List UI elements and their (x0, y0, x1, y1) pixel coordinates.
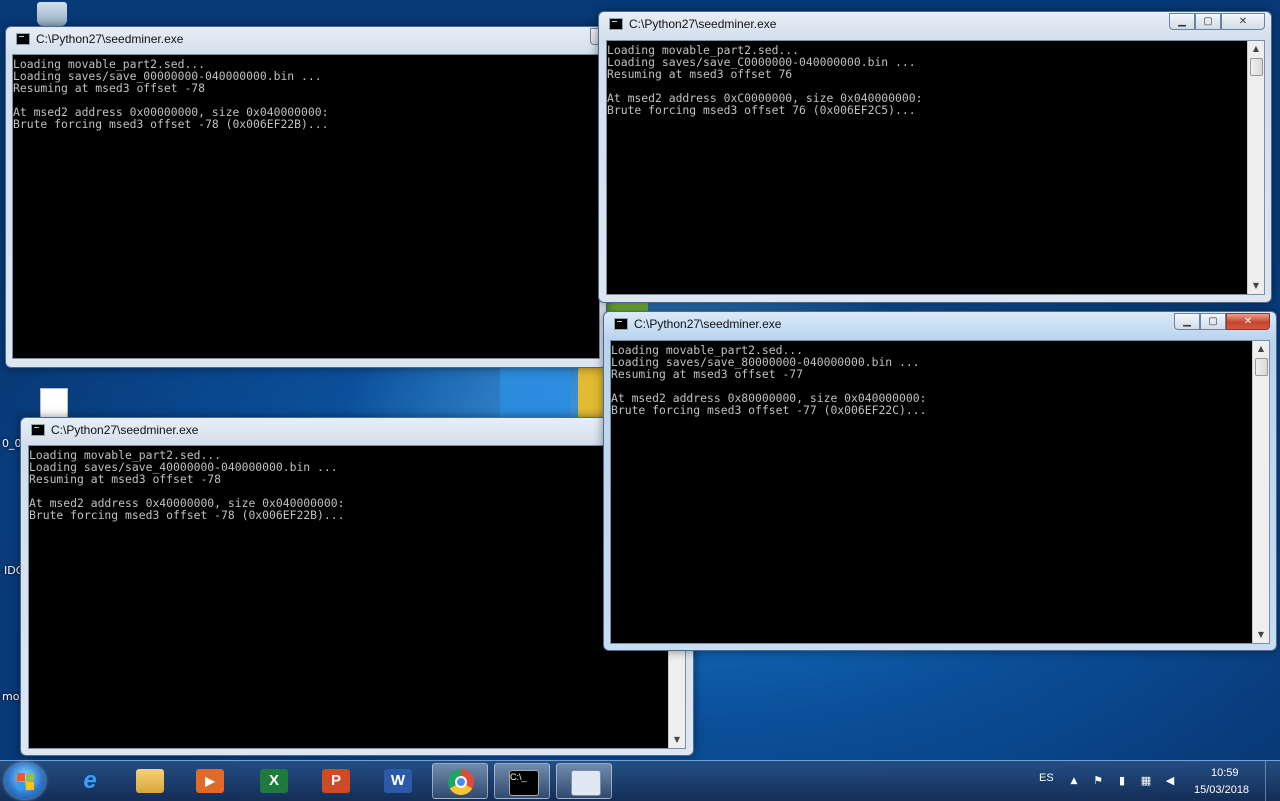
clock-date[interactable]: 15/03/2018 (1194, 784, 1249, 796)
window-title: C:\Python27\seedminer.exe (51, 423, 199, 437)
console-icon (609, 18, 623, 30)
title-bar[interactable]: C:\Python27\seedminer.exe ▁ ▢ ✕ (604, 312, 1276, 338)
console-output[interactable]: Loading movable_part2.sed... Loading sav… (12, 54, 600, 359)
chrome-icon (448, 769, 474, 795)
start-button[interactable] (5, 763, 45, 799)
title-bar[interactable]: C:\Python27\seedminer.exe ▁ (21, 418, 703, 444)
file-explorer-icon (136, 769, 164, 793)
taskbar-word[interactable]: W (370, 763, 426, 799)
taskbar-media-player[interactable]: ▶ (182, 763, 238, 799)
window-title: C:\Python27\seedminer.exe (629, 17, 777, 31)
powerpoint-icon: P (322, 769, 350, 793)
show-desktop-button[interactable] (1265, 761, 1280, 801)
close-button[interactable]: ✕ (1221, 13, 1265, 30)
taskbar-window-switcher[interactable] (556, 763, 612, 799)
console-output[interactable]: Loading movable_part2.sed... Loading sav… (28, 445, 686, 749)
network-icon[interactable]: ▦ (1140, 775, 1152, 787)
console-icon (31, 424, 45, 436)
maximize-button[interactable]: ▢ (1195, 13, 1221, 30)
desktop-label-1[interactable]: 0_0 (2, 437, 22, 450)
volume-icon[interactable]: ◀ (1164, 775, 1176, 787)
title-bar[interactable]: C:\Python27\seedminer.exe ▁ ▢ ✕ (599, 12, 1271, 38)
clock-time[interactable]: 10:59 (1211, 767, 1239, 779)
console-window-4[interactable]: C:\Python27\seedminer.exe ▁ Loading mova… (20, 417, 703, 756)
console-text: Loading movable_part2.sed... Loading sav… (13, 57, 329, 131)
word-icon: W (384, 769, 412, 793)
power-icon[interactable]: ▮ (1116, 775, 1128, 787)
taskbar-internet-explorer[interactable]: e (62, 763, 118, 799)
media-player-icon: ▶ (196, 769, 224, 793)
taskbar-chrome[interactable] (432, 763, 488, 799)
scroll-up-arrow-icon[interactable]: ▲ (1253, 341, 1269, 357)
scroll-down-arrow-icon[interactable]: ▼ (669, 732, 685, 748)
internet-explorer-icon: e (83, 767, 97, 794)
file-icon[interactable] (24, 388, 84, 418)
command-prompt-icon: C:\_ (509, 770, 539, 796)
language-indicator[interactable]: ES (1039, 772, 1054, 784)
console-icon (614, 318, 628, 330)
console-text: Loading movable_part2.sed... Loading sav… (607, 43, 923, 117)
window-title: C:\Python27\seedminer.exe (36, 32, 184, 46)
minimize-button[interactable]: ▁ (1169, 13, 1195, 30)
console-output[interactable]: Loading movable_part2.sed... Loading sav… (606, 40, 1265, 295)
scroll-down-arrow-icon[interactable]: ▼ (1253, 627, 1269, 643)
console-window-1[interactable]: C:\Python27\seedminer.exe ▁ Loading mova… (5, 26, 616, 368)
excel-icon: X (260, 769, 288, 793)
title-bar[interactable]: C:\Python27\seedminer.exe ▁ (6, 27, 616, 53)
console-window-3[interactable]: C:\Python27\seedminer.exe ▁ ▢ ✕ Loading … (603, 311, 1277, 651)
console-text: Loading movable_part2.sed... Loading sav… (611, 343, 927, 417)
console-output[interactable]: Loading movable_part2.sed... Loading sav… (610, 340, 1270, 644)
window-switcher-icon (571, 770, 601, 796)
vertical-scrollbar[interactable]: ▲ ▼ (1247, 41, 1264, 294)
taskbar-command-prompt[interactable]: C:\_ (494, 763, 550, 799)
console-window-2[interactable]: C:\Python27\seedminer.exe ▁ ▢ ✕ Loading … (598, 11, 1272, 303)
action-center-flag-icon[interactable]: ⚑ (1092, 775, 1104, 787)
vertical-scrollbar[interactable]: ▲ ▼ (1252, 341, 1269, 643)
recycle-bin-icon[interactable] (22, 2, 82, 28)
taskbar-file-explorer[interactable] (122, 763, 178, 799)
taskbar-powerpoint[interactable]: P (308, 763, 364, 799)
desktop-label-3[interactable]: mo (2, 690, 19, 703)
scroll-thumb[interactable] (1250, 58, 1263, 76)
scroll-thumb[interactable] (1255, 358, 1268, 376)
close-button[interactable]: ✕ (1226, 313, 1270, 330)
taskbar-excel[interactable]: X (246, 763, 302, 799)
console-text: Loading movable_part2.sed... Loading sav… (29, 448, 345, 522)
window-title: C:\Python27\seedminer.exe (634, 317, 782, 331)
scroll-up-arrow-icon[interactable]: ▲ (1248, 41, 1264, 57)
minimize-button[interactable]: ▁ (1174, 313, 1200, 330)
show-hidden-icons-arrow-icon[interactable]: ▲ (1068, 775, 1080, 787)
console-icon (16, 33, 30, 45)
scroll-down-arrow-icon[interactable]: ▼ (1248, 278, 1264, 294)
maximize-button[interactable]: ▢ (1200, 313, 1226, 330)
taskbar: e ▶ X P W C:\_ ES ▲ ⚑ ▮ ▦ ◀ 10:59 15/03/… (0, 760, 1280, 801)
